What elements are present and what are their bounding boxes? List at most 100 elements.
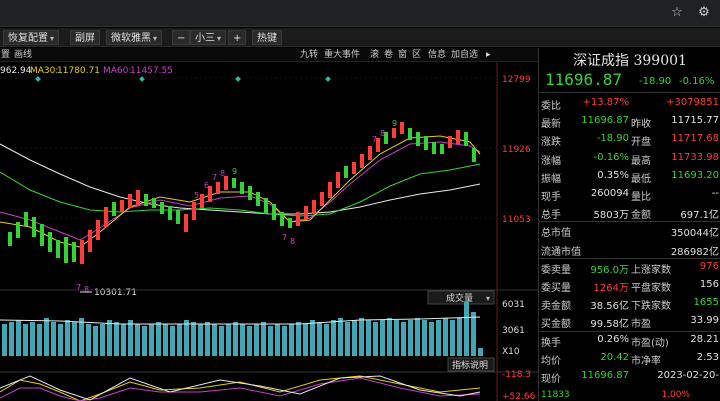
font-size-decrease-button[interactable]: − [172, 30, 191, 45]
scroll-button[interactable]: 滚 [370, 49, 379, 61]
font-size-label: 小三 [195, 33, 215, 44]
price-tick: 11053 [502, 215, 531, 225]
quote-label: 卖金额 [541, 301, 571, 313]
chevron-down-icon: ▾ [153, 34, 158, 43]
region-button[interactable]: 区 [412, 49, 421, 61]
quote-value: -18.90 [596, 133, 629, 145]
quote-label: 流通市值 [541, 246, 581, 258]
svg-text:7: 7 [212, 173, 217, 182]
restore-config-button[interactable]: 恢复配置 ▾ [3, 30, 60, 45]
quote-row: 委比 +13.87% +3079851 [539, 94, 720, 112]
quote-label: 委买量 [541, 283, 571, 294]
quote-label: 市盈(动) [631, 337, 669, 349]
index-change: -18.90 [639, 76, 672, 87]
quote-value: 28.21 [690, 333, 719, 345]
quote-value: +13.87% [582, 97, 629, 108]
quote-value: 11696.87 [581, 370, 629, 381]
quote-row: 换手 0.26% 市盈(动) 28.21 [539, 331, 720, 349]
quote-label: 现价 [541, 374, 561, 385]
hotkey-label: 热键 [257, 33, 277, 44]
svg-text:8: 8 [290, 237, 295, 246]
toolbar: 恢复配置 ▾ 副屏 微软雅黑 ▾ − 小三 ▾ + 热键 [0, 28, 720, 47]
svg-text:8: 8 [220, 169, 225, 178]
add-favorite-button[interactable]: 加自选 [451, 49, 478, 61]
quote-row: 最新 11696.87 昨收 11715.77 [539, 112, 720, 130]
index-title: 深证成指 399001 [573, 53, 687, 69]
quote-value: 350044亿 [670, 228, 719, 240]
roll-button[interactable]: 卷 [384, 49, 393, 61]
quote-value: 2.53 [696, 351, 719, 363]
plus-label: + [233, 33, 242, 44]
quote-label: 最新 [541, 119, 561, 131]
quote-value: 0.26% [597, 333, 629, 345]
star-icon[interactable]: ☆ [670, 6, 684, 20]
quote-label: 现手 [541, 192, 561, 203]
quote-value: 260094 [590, 188, 629, 199]
osc-tick: +52.66 [502, 392, 536, 401]
minus-label: − [177, 33, 186, 44]
index-price: 11696.87 [545, 70, 623, 89]
quote-label: 涨跌 [541, 137, 561, 149]
quote-value: -0.16% [593, 151, 629, 163]
quote-value: +3079851 [666, 97, 719, 108]
chevron-down-icon: ▾ [486, 294, 490, 303]
hotkey-button[interactable]: 热键 [252, 30, 282, 45]
chevron-right-icon[interactable]: ▸ [486, 49, 491, 61]
quote-row: 总手 5803万 金额 697.1亿 [539, 203, 720, 221]
nine-turn-button[interactable]: 九转 [300, 49, 318, 61]
ma60-label: MA60: [103, 66, 131, 76]
svg-text:7: 7 [372, 135, 377, 144]
indicator-help-button[interactable]: 指标说明 [447, 357, 495, 372]
quote-value: 33.99 [690, 315, 719, 327]
quote-label: 委比 [541, 101, 561, 112]
quote-label: 金额 [631, 210, 651, 222]
quote-value: 5803万 [593, 210, 629, 222]
font-size-increase-button[interactable]: + [228, 30, 247, 45]
quote-row: 委卖量 956.0万 上涨家数 976 [539, 258, 720, 276]
font-name-label: 微软雅黑 [111, 33, 151, 44]
quote-row: 总市值 350044亿 [539, 221, 720, 239]
ma-prev-value: 962.94 [0, 66, 32, 76]
ma60-value: 11457.55 [130, 66, 173, 76]
quote-row: 现手 260094 量比 -- [539, 185, 720, 203]
quote-row: 买金额 99.58亿 市盈 33.99 [539, 312, 720, 330]
quote-value: 1655 [693, 297, 719, 309]
major-event-button[interactable]: 重大事件 [324, 49, 360, 61]
draw-line-button[interactable]: 画线 [14, 49, 32, 61]
chevron-down-icon: ▾ [50, 34, 55, 43]
window-button[interactable]: 窗 [398, 49, 407, 61]
font-select[interactable]: 微软雅黑 ▾ [106, 30, 163, 45]
volume-tick: 6031 [502, 300, 525, 310]
browser-top-bar: ☆ ⚙ [0, 0, 720, 27]
quote-label: 总手 [541, 210, 561, 222]
sub-screen-label: 副屏 [75, 33, 95, 44]
quote-value: 956.0万 [590, 264, 629, 276]
quote-label: 振幅 [541, 173, 561, 185]
quote-value: 11717.68 [671, 133, 719, 145]
quote-value: 0.35% [597, 169, 629, 181]
quote-value: 2023-02-20- [657, 370, 719, 381]
quote-value: 20.42 [600, 351, 629, 363]
quote-label: 最低 [631, 173, 651, 185]
restore-config-label: 恢复配置 [8, 33, 48, 44]
info-button[interactable]: 信息 [428, 49, 446, 61]
kline-chart[interactable]: 962.94 MA30: 11780.71 MA60: 11457.55 127… [0, 62, 538, 401]
quote-row: 振幅 0.35% 最低 11693.20 [539, 167, 720, 185]
subbar-left-item[interactable]: 置 [1, 49, 10, 61]
quote-label: 均价 [541, 355, 561, 367]
gear-icon[interactable]: ⚙ [697, 6, 711, 20]
quote-value: 11715.77 [671, 115, 719, 127]
quote-label: 下跌家数 [631, 301, 671, 313]
font-size-select[interactable]: 小三 ▾ [190, 30, 227, 45]
quote-row: 卖金额 38.56亿 下跌家数 1655 [539, 294, 720, 312]
volume-button[interactable]: 成交量 ▾ [427, 290, 495, 305]
ma30-value: 11780.71 [57, 66, 100, 76]
sub-screen-button[interactable]: 副屏 [70, 30, 100, 45]
quote-row: 均价 20.42 市净率 2.53 [539, 349, 720, 367]
svg-text:8: 8 [380, 129, 385, 138]
quote-row: 涨跌 -18.90 开盘 11717.68 [539, 130, 720, 148]
quote-value: 1264万 [593, 283, 629, 294]
quote-value: 156 [699, 279, 719, 290]
quote-value: 697.1亿 [680, 210, 719, 222]
footer-pct: 1.00% [661, 390, 690, 400]
